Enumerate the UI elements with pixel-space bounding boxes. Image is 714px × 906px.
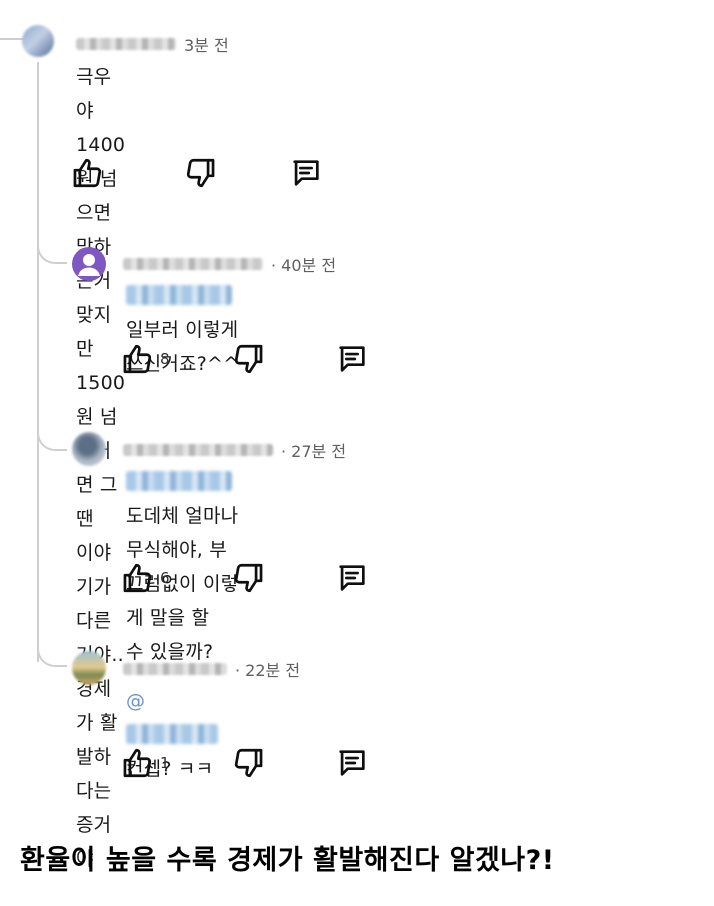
thumbs-up-icon	[123, 344, 152, 374]
reply-icon	[338, 750, 365, 776]
dislike-button[interactable]	[232, 561, 266, 595]
avatar[interactable]	[72, 432, 106, 466]
default-user-icon	[78, 254, 100, 276]
thumbs-down-icon	[234, 344, 262, 374]
thumbs-down-icon	[186, 158, 215, 188]
dislike-button[interactable]	[232, 342, 266, 376]
thumbs-down-icon	[234, 563, 262, 593]
like-button[interactable]: 6	[120, 561, 170, 595]
thread-line	[37, 62, 39, 662]
dislike-button[interactable]	[184, 156, 218, 190]
thumbs-down-icon	[234, 748, 262, 778]
avatar[interactable]	[72, 247, 106, 281]
reply-icon	[338, 346, 365, 372]
comment-text-line: 이야기가 다른거야..경제가 활발하다는 증거야	[76, 542, 124, 870]
reply-button[interactable]	[288, 156, 324, 190]
author-name[interactable]	[123, 258, 263, 270]
thumbs-up-icon	[123, 748, 152, 778]
mention-link[interactable]	[126, 724, 218, 744]
reply-button[interactable]	[334, 746, 370, 780]
meme-caption: 환율이 높을 수록 경제가 활발해진다 알겠나?!	[20, 845, 555, 876]
reply-icon	[293, 160, 319, 186]
reply-connector	[37, 240, 67, 264]
avatar[interactable]	[72, 651, 106, 685]
reply-icon	[338, 565, 365, 591]
timestamp: · 40분 전	[271, 256, 337, 275]
timestamp: · 27분 전	[281, 442, 347, 461]
dislike-button[interactable]	[232, 746, 266, 780]
author-name[interactable]	[123, 663, 227, 675]
like-count: 6	[160, 569, 170, 587]
mention-link[interactable]	[126, 471, 232, 491]
timestamp: · 22분 전	[235, 661, 301, 680]
reply-connector	[37, 643, 67, 667]
like-count: 1	[160, 754, 170, 772]
thumbs-up-icon	[123, 563, 152, 593]
mention-at: @	[126, 690, 146, 712]
reply-button[interactable]	[334, 342, 370, 376]
like-count: 8	[160, 350, 170, 368]
thread-connector	[0, 38, 24, 40]
author-name[interactable]	[123, 444, 273, 456]
author-name[interactable]	[76, 38, 176, 50]
comment-text-line: 도데체 얼마나 무식해야, 부끄럼없이 이렇게 말을 할	[126, 465, 240, 635]
thumbs-up-icon	[73, 158, 102, 188]
reply-button[interactable]	[334, 561, 370, 595]
like-button[interactable]	[70, 156, 104, 190]
like-button[interactable]: 8	[120, 342, 170, 376]
reply-connector	[37, 427, 67, 451]
avatar[interactable]	[22, 25, 54, 57]
like-button[interactable]: 1	[120, 746, 170, 780]
timestamp: 3분 전	[184, 36, 229, 55]
mention-link[interactable]	[126, 285, 232, 305]
